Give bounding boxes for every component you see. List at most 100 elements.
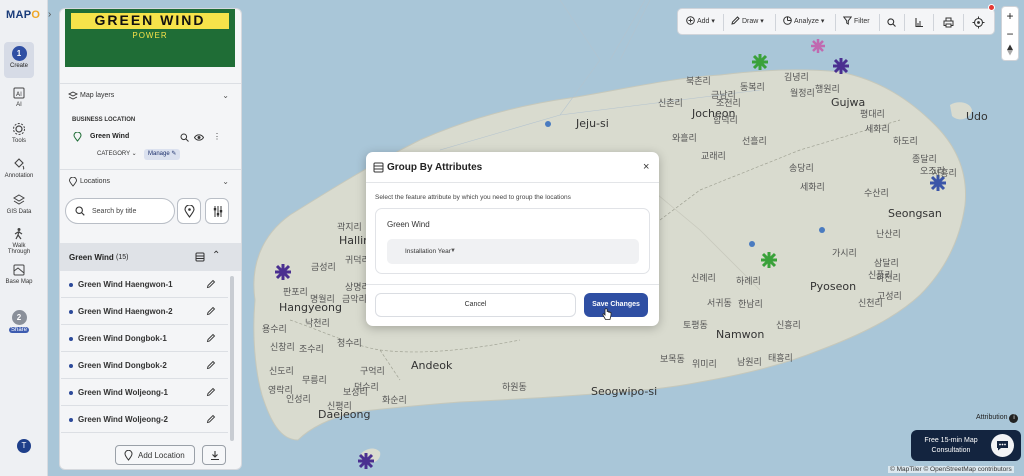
attribution-label: Attribution <box>976 414 1008 421</box>
edit-pencil-icon[interactable] <box>206 306 216 316</box>
zoom-to-layer-icon[interactable] <box>180 133 189 142</box>
turbine-marker[interactable] <box>761 252 777 268</box>
layers-icon <box>13 194 25 205</box>
map-label: 금악리 <box>342 295 367 305</box>
map-label: 구억리 <box>360 367 385 377</box>
turbine-marker[interactable] <box>358 453 374 469</box>
download-button[interactable] <box>202 445 226 465</box>
layer-name: Green Wind <box>90 133 130 140</box>
map-label: 태흥리 <box>768 354 793 364</box>
consultation-banner[interactable]: Free 15-min Map Consultation <box>911 430 1021 461</box>
brand-subtitle: POWER <box>132 31 168 40</box>
map-label: 금남리 <box>711 91 736 101</box>
map-label: 청수리 <box>337 339 362 349</box>
eye-icon[interactable] <box>194 133 204 142</box>
map-label: 월정리 <box>790 89 815 99</box>
location-name: Green Wind Woljeong-1 <box>78 388 169 397</box>
filter-icon <box>842 16 853 25</box>
map-label: 하례리 <box>736 277 761 287</box>
print-icon[interactable] <box>943 17 954 28</box>
turbine-marker[interactable] <box>752 54 768 70</box>
location-list-item[interactable]: Green Wind Dongbok-2 <box>61 352 228 379</box>
layer-row[interactable]: Green Wind ⋮ <box>67 129 233 147</box>
map-label: 세화리 <box>865 125 890 135</box>
chevron-up-icon[interactable]: ⌃ <box>212 250 220 261</box>
rail-item-walk-through[interactable]: Walk Through <box>2 227 36 255</box>
selected-attribute: Installation Year <box>405 248 451 255</box>
zoom-in-button[interactable]: + <box>1002 7 1018 25</box>
cancel-button[interactable]: Cancel <box>375 293 576 317</box>
chat-button[interactable] <box>991 434 1014 457</box>
search-placeholder: Search by title <box>92 208 137 215</box>
edit-pencil-icon[interactable] <box>206 333 216 343</box>
location-name: Green Wind Haengwon-1 <box>78 280 173 289</box>
divider <box>775 14 776 31</box>
rail-item-base-map[interactable]: Base Map <box>2 263 36 285</box>
map-label: 난산리 <box>876 230 901 240</box>
draw-menu-button[interactable]: Draw ▾ <box>731 16 764 25</box>
map-credits[interactable]: © MapTiler © OpenStreetMap contributors <box>888 466 1014 473</box>
map-label: 와흘리 <box>672 134 697 144</box>
location-group-header[interactable]: Green Wind (15) ⌃ <box>60 243 241 271</box>
edit-pencil-icon[interactable] <box>206 387 216 397</box>
rail-item-annotation[interactable]: Annotation <box>2 157 36 179</box>
group-by-icon[interactable] <box>195 252 205 262</box>
rail-toggle-button[interactable]: › <box>48 9 58 25</box>
add-location-button[interactable]: Add Location <box>115 445 195 465</box>
edit-pencil-icon[interactable] <box>206 360 216 370</box>
filter-button[interactable]: Filter <box>842 16 870 25</box>
add-menu-button[interactable]: Add ▾ <box>686 16 715 25</box>
map-label: 가시리 <box>832 249 857 259</box>
location-list-item[interactable]: Green Wind Haengwon-2 <box>61 298 228 325</box>
location-list-item[interactable]: Green Wind Woljeong-2 <box>61 406 228 433</box>
avatar[interactable]: T <box>17 439 31 453</box>
location-list-item[interactable]: Green Wind Haengwon-1 <box>61 271 228 298</box>
list-scrollbar[interactable] <box>230 276 234 441</box>
rail-item-gis-data[interactable]: GIS Data <box>2 193 36 215</box>
chevron-down-icon: ⌄ <box>222 177 229 186</box>
attribute-select[interactable]: Installation Year ▼ <box>387 239 639 264</box>
dialog-description: Select the feature attribute by which yo… <box>375 194 571 201</box>
save-changes-button[interactable]: Save Changes <box>584 293 648 317</box>
rail-item-ai[interactable]: AI AI <box>2 86 36 108</box>
measure-icon[interactable] <box>914 17 924 28</box>
turbine-marker[interactable] <box>833 58 849 74</box>
map-pin-icon <box>184 205 195 218</box>
rail-item-tools[interactable]: Tools <box>2 122 36 144</box>
more-options-icon[interactable]: ⋮ <box>213 132 221 141</box>
caret-down-icon: ▼ <box>450 248 456 254</box>
compass-button[interactable] <box>1002 43 1018 61</box>
turbine-marker[interactable] <box>811 39 825 53</box>
app-logo[interactable]: MAPO <box>6 9 40 21</box>
map-label: 곽지리 <box>337 223 362 233</box>
manage-button[interactable]: Manage ✎ <box>144 149 181 160</box>
map-label: 보목동 <box>660 355 685 365</box>
analyze-menu-button[interactable]: Analyze ▾ <box>783 16 824 25</box>
map-layers-header[interactable]: Map layers ⌄ <box>60 83 241 109</box>
filter-settings-button[interactable] <box>205 198 229 224</box>
rail-step-share[interactable]: 2 Share <box>4 306 34 342</box>
category-dropdown[interactable]: CATEGORY ⌄ <box>93 149 141 160</box>
location-list-item[interactable]: Green Wind Woljeong-1 <box>61 379 228 406</box>
rail-item-label: AI <box>16 102 22 108</box>
map-label: 시흥리 <box>932 169 957 179</box>
rail-step-create[interactable]: 1 Create <box>4 42 34 78</box>
map-label: 교래리 <box>701 152 726 162</box>
location-list-item[interactable]: Green Wind Dongbok-1 <box>61 325 228 352</box>
locate-me-icon[interactable] <box>972 16 985 29</box>
map-label: Udo <box>966 110 988 123</box>
divider <box>963 14 964 31</box>
search-icon[interactable] <box>887 18 896 27</box>
turbine-marker[interactable] <box>275 264 291 280</box>
zoom-out-button[interactable]: − <box>1002 25 1018 43</box>
edit-pencil-icon[interactable] <box>206 279 216 289</box>
locate-button[interactable] <box>177 198 201 224</box>
attribution-link[interactable]: Attribution i <box>976 414 1019 423</box>
edit-pencil-icon[interactable] <box>206 414 216 424</box>
close-icon[interactable]: × <box>643 161 649 173</box>
map-label: 금성리 <box>311 263 336 273</box>
dialog-title: Group By Attributes <box>387 162 483 173</box>
locations-header[interactable]: Locations ⌄ <box>60 169 241 191</box>
analyze-label: Analyze <box>794 18 819 25</box>
location-search-input[interactable]: Search by title <box>65 198 175 224</box>
